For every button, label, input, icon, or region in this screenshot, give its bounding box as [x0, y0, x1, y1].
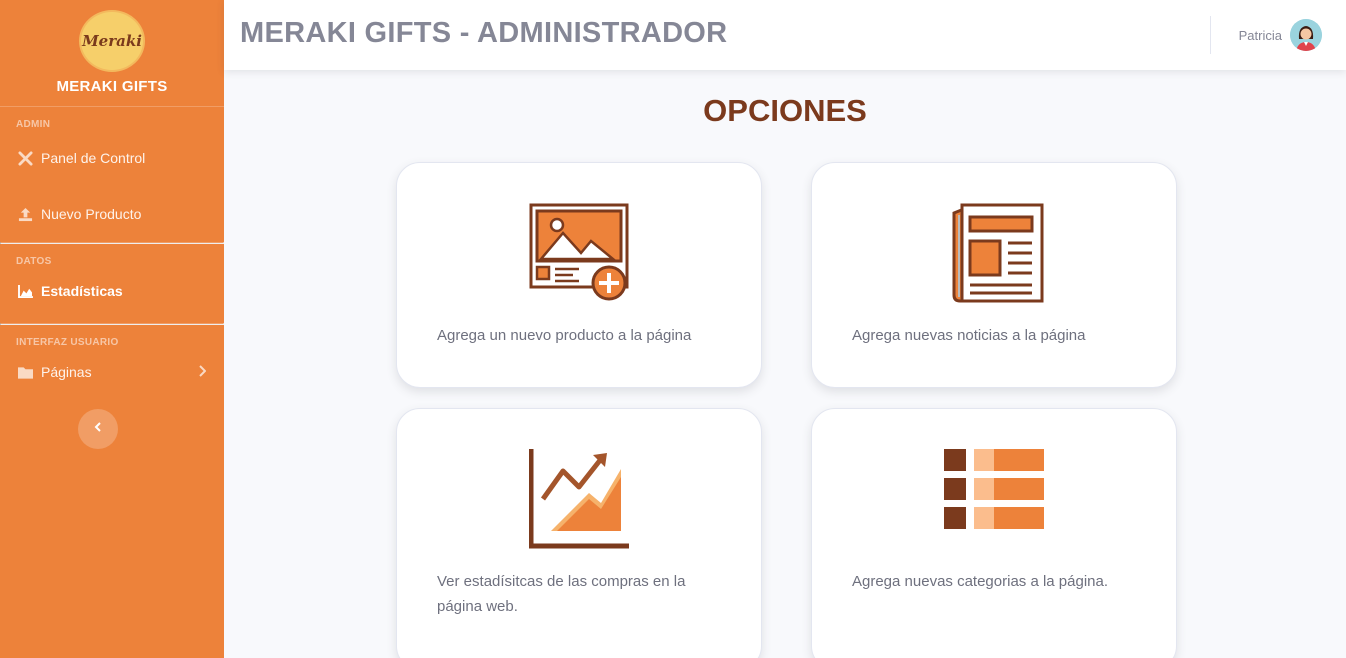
sidebar-heading-admin: ADMIN — [16, 119, 51, 130]
topbar-divider — [1210, 16, 1211, 54]
option-card-news[interactable]: Agrega nuevas noticias a la página — [811, 162, 1177, 388]
sidebar-heading-interfaz-usuario: INTERFAZ USUARIO — [16, 337, 119, 348]
sidebar-item-label: Páginas — [41, 364, 92, 380]
sidebar-item-nuevo-producto[interactable]: Nuevo Producto — [0, 186, 224, 242]
sidebar-heading-datos: DATOS — [16, 256, 52, 267]
growth-chart-icon — [528, 449, 629, 549]
option-card-stats[interactable]: Ver estadísitcas de las compras en la pá… — [396, 408, 762, 658]
tools-icon — [17, 150, 33, 166]
sidebar-item-estadisticas[interactable]: Estadísticas — [0, 267, 224, 315]
sidebar-item-label: Nuevo Producto — [41, 206, 142, 222]
card-text: Ver estadísitcas de las compras en la pá… — [437, 573, 686, 615]
card-text: Agrega un nuevo producto a la página — [437, 327, 692, 344]
brand-logo: Meraki — [79, 10, 145, 72]
topbar: MERAKI GIFTS - ADMINISTRADOR Patricia — [224, 0, 1346, 70]
page-title: MERAKI GIFTS - ADMINISTRADOR — [240, 17, 728, 49]
chevron-left-icon — [94, 420, 102, 438]
sidebar: Meraki MERAKI GIFTS ADMIN Panel de Contr… — [0, 0, 224, 658]
upload-icon — [17, 206, 33, 222]
user-name: Patricia — [1238, 27, 1282, 43]
card-text: Agrega nuevas categorias a la página. — [852, 573, 1109, 590]
brand-name: MERAKI GIFTS — [56, 78, 168, 95]
card-text: Agrega nuevas noticias a la página — [852, 327, 1086, 344]
sidebar-item-panel-de-control[interactable]: Panel de Control — [0, 130, 224, 186]
newspaper-icon — [944, 203, 1044, 303]
option-card-categories[interactable]: Agrega nuevas categorias a la página. — [811, 408, 1177, 658]
sidebar-item-label: Panel de Control — [41, 150, 146, 166]
avatar — [1290, 19, 1322, 51]
sidebar-item-label: Estadísticas — [41, 283, 123, 299]
add-image-icon — [529, 203, 629, 303]
chevron-right-icon — [198, 364, 207, 380]
brand[interactable]: Meraki MERAKI GIFTS — [0, 0, 224, 107]
folder-icon — [17, 364, 33, 380]
option-card-new-product[interactable]: Agrega un nuevo producto a la página — [396, 162, 762, 388]
sidebar-toggle-button[interactable] — [78, 409, 118, 449]
user-menu[interactable]: Patricia — [1239, 19, 1322, 51]
area-chart-icon — [17, 283, 33, 299]
sidebar-item-paginas[interactable]: Páginas — [0, 348, 224, 396]
brand-logo-text: Meraki — [82, 32, 142, 50]
options-heading: OPCIONES — [703, 93, 867, 128]
list-categories-icon — [944, 449, 1044, 549]
